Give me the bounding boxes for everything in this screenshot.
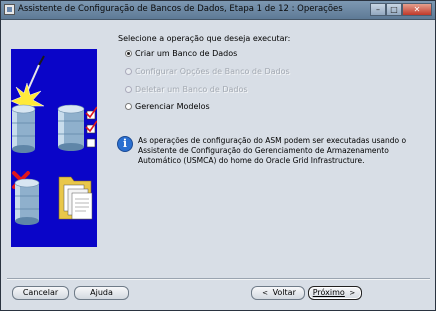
- option-label: Criar um Banco de Dados: [135, 48, 238, 58]
- operation-prompt: Selecione a operação que deseja executar…: [118, 34, 291, 43]
- create-database-radio[interactable]: [125, 49, 132, 57]
- maximize-button[interactable]: □: [386, 3, 402, 16]
- window-controls: – □ ✕: [370, 3, 432, 16]
- database-icon: [14, 178, 40, 225]
- database-icon: [11, 104, 36, 153]
- database-illustration: [11, 55, 97, 225]
- wizard-illustration: [11, 49, 97, 247]
- back-arrow-icon: <: [262, 289, 269, 297]
- option-label: Deletar um Banco de Dados: [135, 84, 248, 94]
- help-button[interactable]: Ajuda: [74, 286, 129, 300]
- app-icon: [4, 4, 15, 15]
- next-arrow-icon: >: [349, 289, 356, 297]
- back-label: Voltar: [272, 288, 296, 297]
- info-icon: i: [117, 136, 133, 152]
- option-label: Gerenciar Modelos: [135, 101, 210, 111]
- footer-separator: [7, 278, 430, 280]
- window-title: Assistente de Configuração de Bancos de …: [18, 4, 343, 14]
- back-button[interactable]: < Voltar: [251, 286, 305, 300]
- close-button[interactable]: ✕: [402, 3, 432, 16]
- dbca-window: Assistente de Configuração de Bancos de …: [0, 0, 436, 311]
- minimize-button[interactable]: –: [370, 3, 386, 16]
- database-icon: [57, 104, 85, 151]
- next-button[interactable]: Próximo >: [308, 286, 362, 300]
- configure-database-radio: [125, 67, 132, 75]
- folder-documents-icon: [58, 176, 93, 220]
- asm-info-message: As operações de configuração do ASM pode…: [138, 136, 407, 165]
- delete-database-radio: [125, 85, 132, 93]
- option-create-database[interactable]: Criar um Banco de Dados: [125, 47, 237, 59]
- option-configure-database: Configurar Opções de Banco de Dados: [125, 65, 290, 77]
- title-bar[interactable]: Assistente de Configuração de Bancos de …: [1, 1, 435, 20]
- next-label: Próximo: [312, 288, 345, 297]
- manage-templates-radio[interactable]: [125, 102, 132, 110]
- checklist-icon: [85, 106, 97, 148]
- option-delete-database: Deletar um Banco de Dados: [125, 83, 248, 95]
- option-manage-templates[interactable]: Gerenciar Modelos: [125, 100, 210, 112]
- option-label: Configurar Opções de Banco de Dados: [135, 66, 290, 76]
- cancel-button[interactable]: Cancelar: [12, 286, 69, 300]
